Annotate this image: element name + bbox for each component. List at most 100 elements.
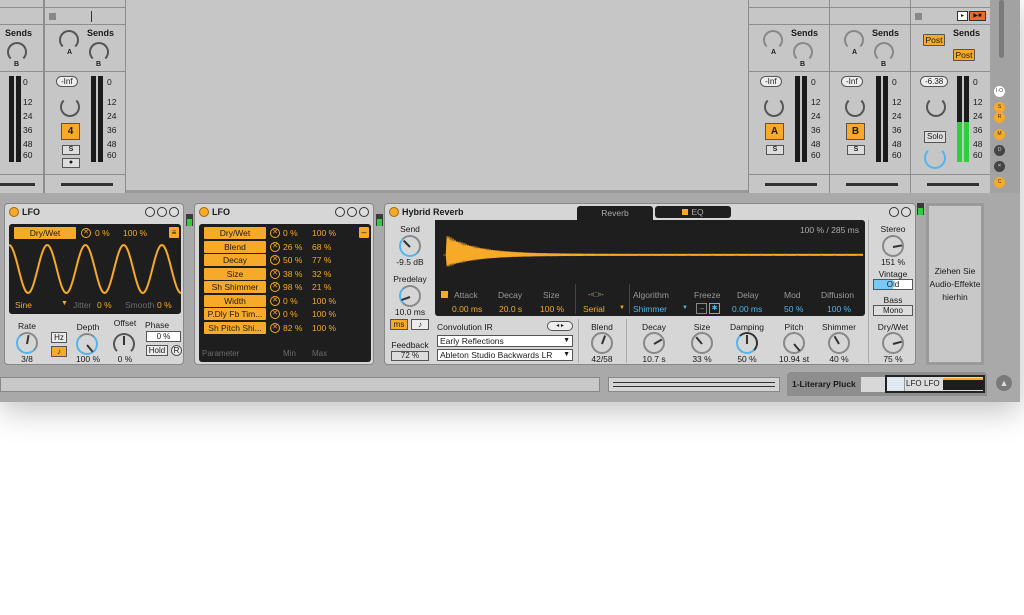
hold-button[interactable]: Hold [146,345,168,356]
unmap-icon[interactable]: ✕ [270,268,280,279]
hot-swap-icon[interactable] [889,207,899,217]
overview-scroller[interactable] [608,377,780,392]
volume-field[interactable]: -Inf [56,76,78,87]
pan-knob[interactable] [764,97,784,117]
sync-mode-button[interactable]: ♪ [51,346,67,357]
expand-icon[interactable] [145,207,155,217]
predelay-sync-button[interactable]: ♪ [411,319,429,330]
depth-knob[interactable] [76,333,98,355]
unmap-icon[interactable]: ✕ [81,228,91,238]
vintage-slider[interactable]: Old [873,279,913,290]
waveform-dropdown-icon[interactable]: ▼ [61,300,68,307]
mapping-target-button[interactable]: Width [204,294,266,307]
mixer-icon[interactable]: M [994,129,1005,140]
audio-effect-drop-zone[interactable]: Ziehen Sie Audio-Effekte hierhin [926,203,984,365]
instrument-thumbnail[interactable] [861,377,885,392]
mapping-min[interactable]: 0 % [283,309,298,319]
send-a-knob[interactable] [59,30,79,50]
pan-knob[interactable] [845,97,865,117]
attack-value[interactable]: 0.00 ms [452,304,482,314]
collapse-icon[interactable]: – [359,227,369,238]
io-icon[interactable]: I·O [994,86,1005,97]
unmap-icon[interactable]: ✕ [270,309,280,319]
mapping-max[interactable]: 100 % [312,309,336,319]
crossfade-assign[interactable] [765,183,817,186]
ir-prev-next-buttons[interactable]: ◂ ▸ [547,321,573,331]
mapping-max[interactable]: 100 % [312,296,336,306]
freeze-button[interactable]: ✱ [709,303,720,314]
decay-knob[interactable] [643,332,665,354]
mapping-min[interactable]: 38 % [283,269,302,279]
solo-button[interactable]: Solo [924,131,946,143]
bass-mono-button[interactable]: Mono [873,305,913,316]
ir-file-select[interactable]: Ableton Studio Backwards LR [437,349,573,361]
visible-devices-frame[interactable]: LFO LFO [885,375,985,393]
hot-swap-icon[interactable] [157,207,167,217]
mapping-target-button[interactable]: Sh Pitch Shi... [204,321,266,334]
post-send-b-button[interactable]: Post [953,49,975,61]
stereo-knob[interactable] [882,235,904,257]
predelay-knob[interactable] [399,285,421,307]
crossfader-icon[interactable]: ✕ [994,161,1005,172]
routing-select[interactable]: Serial [583,304,605,314]
size-knob[interactable] [691,332,713,354]
cue-volume-knob[interactable] [924,147,946,169]
solo-button[interactable]: S [847,145,865,155]
pan-knob[interactable] [926,97,946,117]
mapping-max[interactable]: 100 % [312,228,336,238]
algorithm-dropdown-icon[interactable]: ▼ [682,305,688,311]
map-target-button[interactable]: Dry/Wet [14,227,76,239]
send-a-knob[interactable] [763,30,783,50]
unmap-icon[interactable]: ✕ [270,322,280,333]
crossfade-assign[interactable] [61,183,113,186]
volume-field[interactable]: -6.38 [920,76,949,87]
crossfader[interactable] [927,183,979,186]
feedback-field[interactable]: 72 % [391,351,429,361]
device-power-toggle[interactable] [199,207,209,217]
save-preset-icon[interactable] [901,207,911,217]
save-preset-icon[interactable] [359,207,369,217]
phase-field[interactable]: 0 % [146,331,181,342]
ir-size-value[interactable]: 100 % [540,304,564,314]
mapping-min[interactable]: 50 % [283,255,302,265]
unmap-icon[interactable]: ✕ [270,228,280,238]
routing-dropdown-icon[interactable]: ▼ [619,305,625,311]
mapping-min[interactable]: 82 % [283,323,302,333]
solo-button[interactable]: S [766,145,784,155]
cue-out-button[interactable]: ▸ [957,11,968,21]
expand-icon[interactable] [335,207,345,217]
mapping-target-button[interactable]: Decay [204,254,266,266]
show-hide-detail-view-icon[interactable]: ▲ [996,375,1012,391]
delay-value[interactable]: 0.00 ms [732,304,762,314]
vertical-scrollbar[interactable] [999,0,1004,58]
pan-knob[interactable] [60,97,80,117]
mapping-target-button[interactable]: Size [204,267,266,280]
mapping-max[interactable]: 68 % [312,242,331,252]
mapping-target-button[interactable]: P.Dly Fb Tim... [204,308,266,320]
freeze-in-button[interactable]: → [696,303,707,314]
return-icon[interactable]: R [994,112,1005,123]
waveform-select[interactable]: Sine [15,300,32,310]
send-b-knob[interactable] [874,42,894,62]
thumbnail-lfo-2[interactable]: LFO [924,379,940,388]
unmap-icon[interactable]: ✕ [270,241,280,252]
pitch-knob[interactable] [783,332,805,354]
mapping-max[interactable]: 32 % [312,269,331,279]
track-activator[interactable] [0,183,35,186]
send-b-knob[interactable] [7,42,27,62]
track-activator-button[interactable]: 4 [61,123,80,140]
send-knob[interactable] [399,235,421,257]
device-power-toggle[interactable] [389,207,399,217]
save-preset-icon[interactable] [169,207,179,217]
volume-field[interactable]: -Inf [841,76,863,87]
thumbnail-hybrid-reverb[interactable] [943,378,983,390]
map-max[interactable]: 100 % [123,228,147,238]
map-min[interactable]: 0 % [95,228,110,238]
jitter-value[interactable]: 0 % [97,300,112,310]
cue-icon[interactable]: C [994,177,1005,188]
ir-decay-value[interactable]: 20.0 s [499,304,522,314]
solo-button[interactable]: S [62,145,80,155]
algorithm-select[interactable]: Shimmer [633,304,667,314]
track-activator-button[interactable]: A [765,123,784,140]
post-send-a-button[interactable]: Post [923,34,945,46]
